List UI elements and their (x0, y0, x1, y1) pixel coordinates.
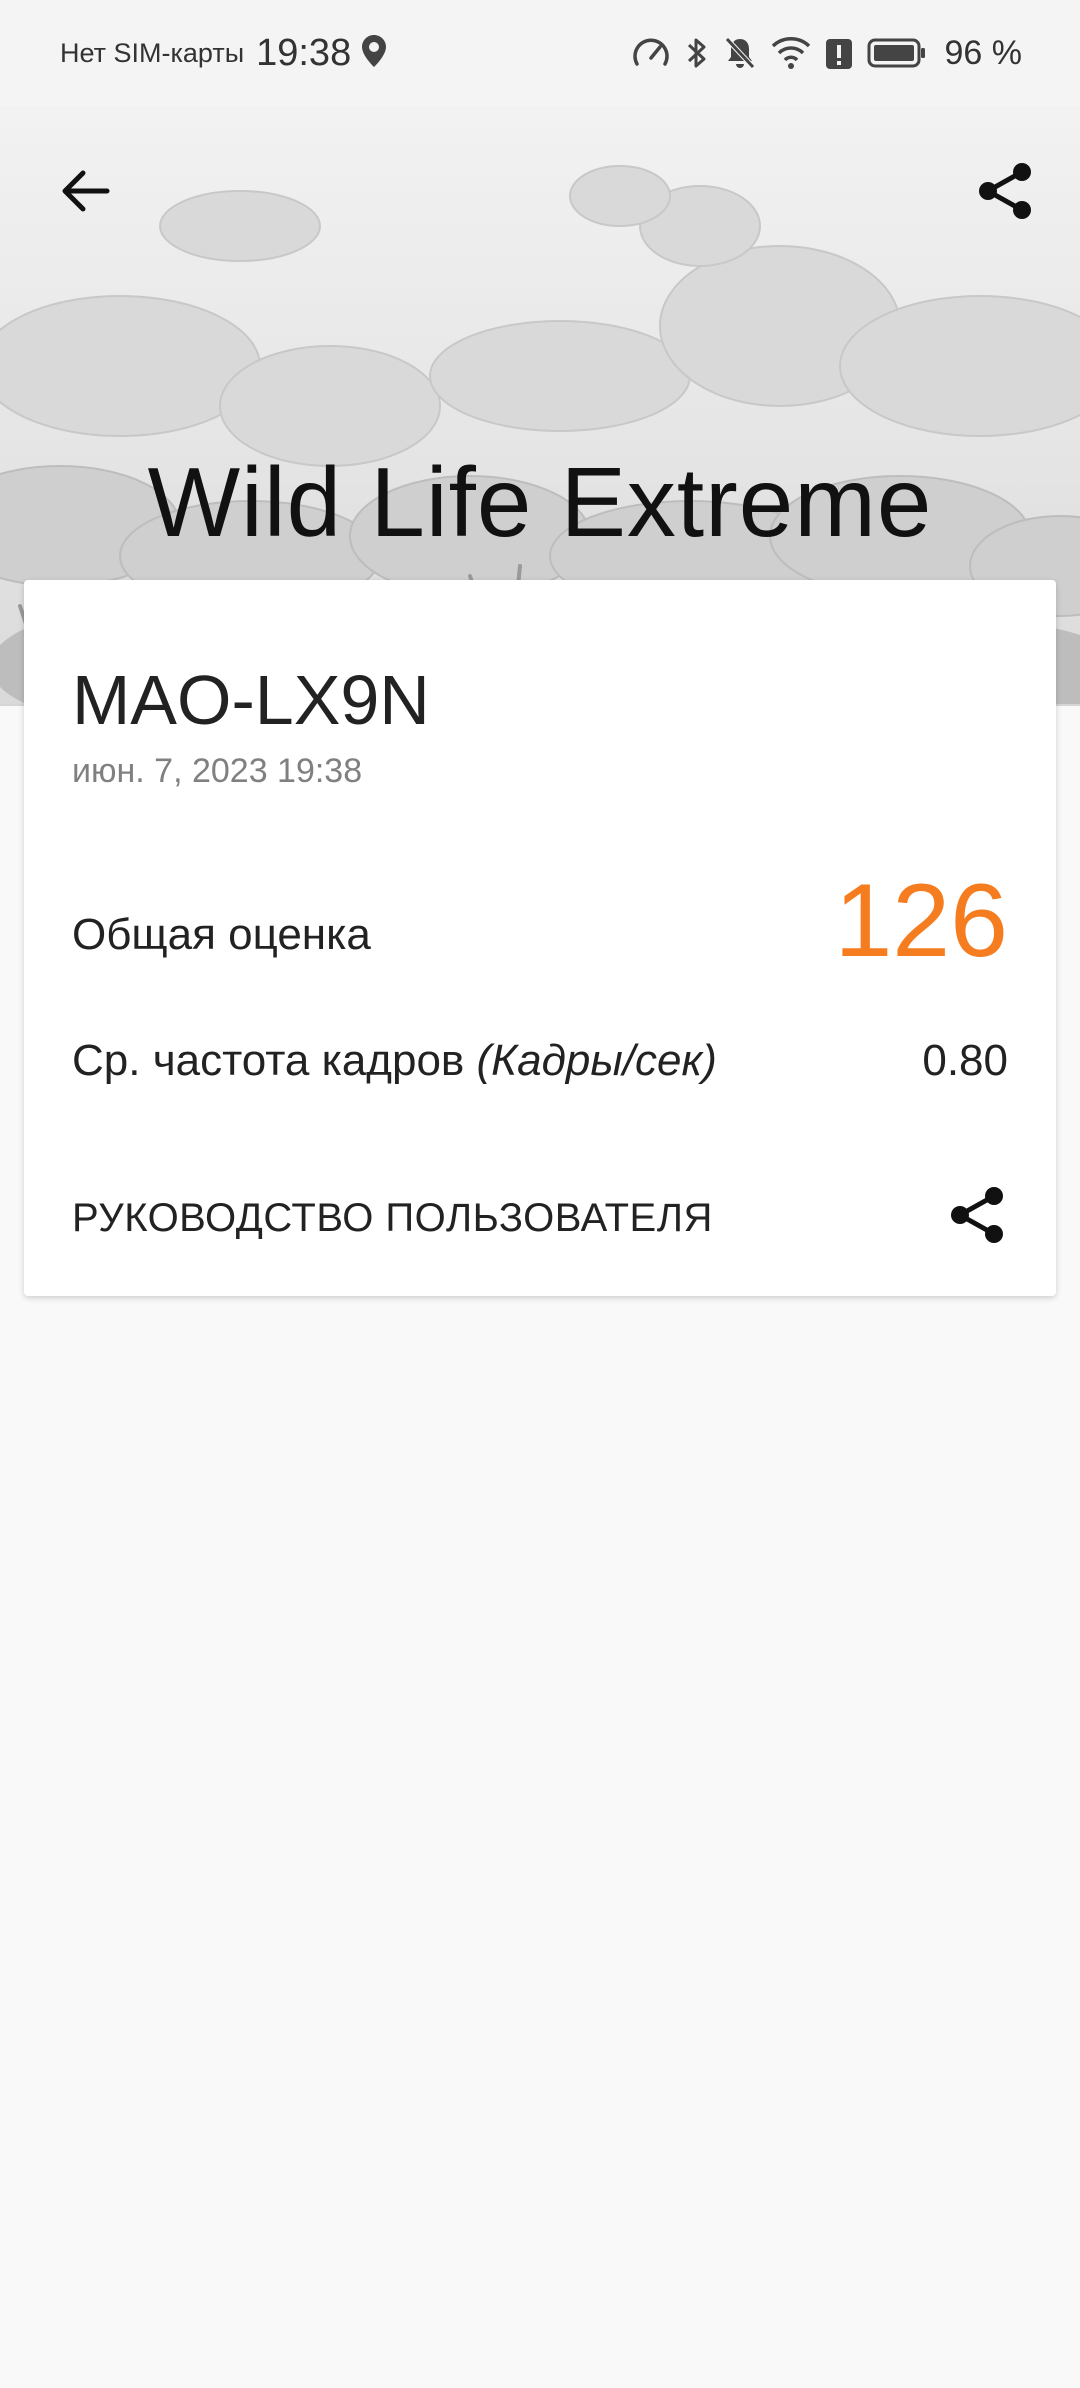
share-button[interactable] (970, 156, 1040, 226)
user-guide-link[interactable]: РУКОВОДСТВО ПОЛЬЗОВАТЕЛЯ (72, 1196, 713, 1241)
back-button[interactable] (50, 156, 120, 226)
battery-icon (867, 37, 927, 69)
fps-label-text: Ср. частота кадров (72, 1036, 465, 1085)
overall-score-label: Общая оценка (72, 910, 371, 959)
share-icon (951, 1187, 1003, 1243)
bell-muted-icon (723, 35, 757, 71)
share-icon (979, 163, 1031, 219)
overall-score-value: 126 (834, 863, 1008, 979)
status-bar: Нет SIM-карты 19:38 96 % (0, 0, 1080, 106)
average-fps-label: Ср. частота кадров (Кадры/сек) (72, 1036, 717, 1086)
wifi-icon (771, 36, 811, 70)
fps-unit-text: (Кадры/сек) (476, 1036, 717, 1085)
speed-indicator-icon (631, 36, 671, 70)
benchmark-result-screen: Нет SIM-карты 19:38 96 % Wild Life Extre… (0, 0, 1080, 2388)
alert-icon (825, 36, 853, 70)
device-name: MAO-LX9N (72, 661, 430, 739)
page-title: Wild Life Extreme (147, 447, 933, 557)
carrier-text: Нет SIM-карты (60, 37, 245, 68)
arrow-left-icon (62, 170, 110, 212)
result-card: MAO-LX9N июн. 7, 2023 19:38 Общая оценка… (24, 580, 1056, 1296)
location-icon (361, 34, 387, 73)
bluetooth-icon (685, 35, 709, 71)
share-result-button[interactable] (942, 1180, 1012, 1250)
average-fps-value: 0.80 (922, 1036, 1008, 1085)
result-date: июн. 7, 2023 19:38 (72, 752, 363, 790)
battery-percent: 96 % (944, 33, 1023, 72)
clock-time: 19:38 (256, 31, 352, 74)
